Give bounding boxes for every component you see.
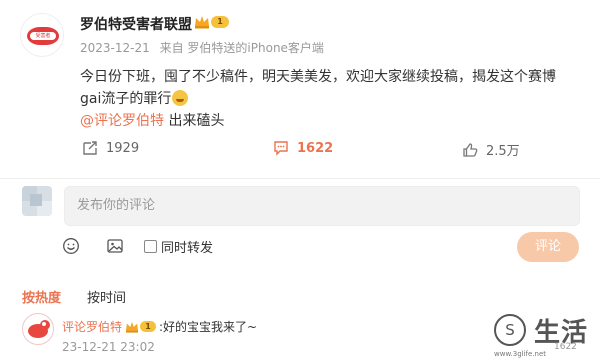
author-name[interactable]: 罗伯特受害者联盟 [80,14,192,34]
post-meta: 2023-12-21 来自 罗伯特送的iPhone客户端 [80,39,324,56]
source-prefix: 来自 [159,41,184,55]
vip-badge[interactable]: 1 [194,15,229,29]
forward-label: 同时转发 [161,240,214,256]
comment-icon [274,141,288,156]
repost-icon [83,141,97,155]
weibo-post: 受害者 罗伯特受害者联盟 1 2023-12-21 来自 罗伯特送的iPhone… [0,0,600,180]
watermark-url: www.3glife.net [494,350,547,358]
post-time[interactable]: 2023-12-21 [80,41,150,55]
author-avatar[interactable]: 受害者 [20,13,64,57]
crown-icon [195,16,209,29]
reply-line: 评论罗伯特 1 :好的宝宝我来了~ [62,318,257,335]
mention-link[interactable]: @评论罗伯特 [80,113,164,129]
lips-logo-icon: 受害者 [27,27,59,45]
thumbs-up-icon [463,142,478,157]
divider [0,178,600,179]
laughing-face-icon [172,90,189,106]
emoji-icon[interactable] [62,237,80,255]
submit-comment-button[interactable]: 评论 [517,232,579,262]
reply-time: 23-12-21 23:02 [62,340,155,354]
post-text: 今日份下班，囤了不少稿件，明天美美发，欢迎大家继续投稿，揭发这个赛博gai流子的… [80,69,556,107]
forward-toggle[interactable]: 同时转发 [144,237,213,256]
image-icon[interactable] [106,237,124,255]
comment-button[interactable]: 1622 [273,140,333,156]
mention-line: @评论罗伯特 出来磕头 [80,110,224,130]
user-avatar[interactable] [22,186,52,216]
post-content: 今日份下班，囤了不少稿件，明天美美发，欢迎大家继续投稿，揭发这个赛博gai流子的… [80,66,570,110]
comment-input[interactable]: 发布你的评论 [64,186,580,226]
sort-tabs: 按热度 按时间 [22,287,152,306]
reply-vip-level: 1 [140,321,157,332]
forward-checkbox[interactable] [144,239,157,253]
reply-text: :好的宝宝我来了~ [159,320,258,334]
comment-tools: 同时转发 [62,235,213,257]
repost-button[interactable]: 1929 [82,140,139,156]
like-button[interactable]: 2.5万 [462,140,520,159]
watermark: S 生活 1622 www.3glife.net [494,312,600,360]
watermark-logo-icon: S [494,314,526,346]
reply-vip-badge[interactable]: 1 [125,321,157,333]
post-actions: 1929 1622 2.5万 [0,136,600,162]
watermark-count: 1622 [554,342,577,352]
like-count: 2.5万 [486,144,520,159]
reply-avatar[interactable] [22,313,54,345]
tab-sort-time[interactable]: 按时间 [87,287,126,306]
repost-count: 1929 [106,140,140,156]
mention-suffix: 出来磕头 [164,113,225,129]
crown-icon [126,321,139,333]
reply-author[interactable]: 评论罗伯特 [62,318,122,335]
post-source[interactable]: 罗伯特送的iPhone客户端 [187,41,324,55]
comment-count: 1622 [297,140,334,156]
vip-level: 1 [211,16,229,28]
tab-sort-hot[interactable]: 按热度 [22,287,61,306]
